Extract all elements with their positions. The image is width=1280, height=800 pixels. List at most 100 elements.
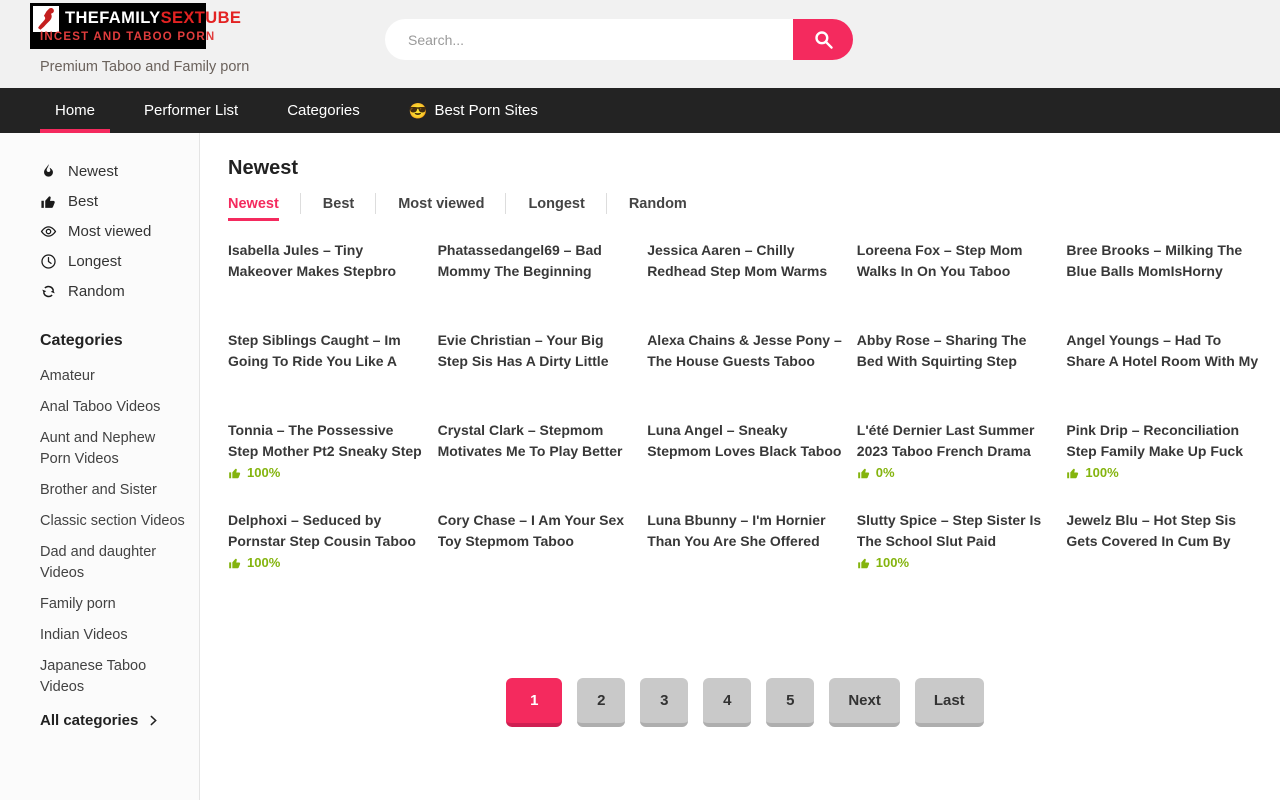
video-card[interactable]: Isabella Jules – Tiny Makeover Makes Ste… [228,240,424,330]
logo-title-part2: SEXTUBE [161,9,242,27]
site-logo[interactable]: THEFAMILYSEXTUBE INCEST AND TABOO PORN [30,3,206,49]
sort-tab[interactable]: Most viewed [398,192,484,221]
video-title[interactable]: Jewelz Blu – Hot Step Sis Gets Covered I… [1066,510,1262,552]
video-card[interactable]: Step Siblings Caught – Im Going To Ride … [228,330,424,420]
chevron-right-icon [147,714,160,727]
sidebar-sort-newest[interactable]: Newest [40,163,185,180]
video-title[interactable]: Slutty Spice – Step Sister Is The School… [857,510,1053,552]
video-card[interactable]: Angel Youngs – Had To Share A Hotel Room… [1066,330,1262,420]
video-title[interactable]: Jessica Aaren – Chilly Redhead Step Mom … [647,240,843,282]
search-button[interactable] [793,19,853,60]
pagination-button[interactable]: 1 [506,678,562,727]
video-card[interactable]: Pink Drip – Reconciliation Step Family M… [1066,420,1262,510]
video-card[interactable]: Luna Bbunny – I'm Hornier Than You Are S… [647,510,843,600]
search-input[interactable] [385,19,793,60]
category-link[interactable]: Indian Videos [40,625,185,646]
video-card[interactable]: Crystal Clark – Stepmom Motivates Me To … [438,420,634,510]
sidebar-sort-random[interactable]: Random [40,283,185,300]
video-title[interactable]: Angel Youngs – Had To Share A Hotel Room… [1066,330,1262,372]
video-card[interactable]: Tonnia – The Possessive Step Mother Pt2 … [228,420,424,510]
category-link[interactable]: Aunt and Nephew Porn Videos [40,428,185,470]
nav-item-best-porn-sites[interactable]: 😎Best Porn Sites [394,88,553,133]
video-title[interactable]: Bree Brooks – Milking The Blue Balls Mom… [1066,240,1262,282]
video-card[interactable]: Loreena Fox – Step Mom Walks In On You T… [857,240,1053,330]
video-title[interactable]: Tonnia – The Possessive Step Mother Pt2 … [228,420,424,462]
sidebar: Newest Best Most viewed Longest Random C… [0,133,200,800]
video-title[interactable]: Step Siblings Caught – Im Going To Ride … [228,330,424,372]
logo-subtitle: INCEST AND TABOO PORN [40,31,215,43]
video-card[interactable]: Abby Rose – Sharing The Bed With Squirti… [857,330,1053,420]
top-header: THEFAMILYSEXTUBE INCEST AND TABOO PORN P… [0,0,1280,88]
sort-tab[interactable]: Newest [228,192,279,221]
sort-tab[interactable]: Best [323,192,354,221]
video-card[interactable]: Jewelz Blu – Hot Step Sis Gets Covered I… [1066,510,1262,600]
video-card[interactable]: L'été Dernier Last Summer 2023 Taboo Fre… [857,420,1053,510]
sidebar-sort-most-viewed[interactable]: Most viewed [40,223,185,240]
category-link[interactable]: Anal Taboo Videos [40,397,185,418]
categories-list: Amateur Anal Taboo Videos Aunt and Nephew … [40,366,185,698]
category-link[interactable]: Dad and daughter Videos [40,542,185,584]
video-rating: 100% [228,465,424,480]
rating-percent: 0% [876,465,895,480]
categories-heading: Categories [40,332,185,350]
category-link[interactable]: Brother and Sister [40,480,185,501]
all-categories-label: All categories [40,712,138,729]
pagination-button[interactable]: 5 [766,678,814,727]
video-card[interactable]: Cory Chase – I Am Your Sex Toy Stepmom T… [438,510,634,600]
video-title[interactable]: Isabella Jules – Tiny Makeover Makes Ste… [228,240,424,282]
sidebar-sort-longest[interactable]: Longest [40,253,185,270]
video-title[interactable]: Luna Angel – Sneaky Stepmom Loves Black … [647,420,843,462]
thumb-up-icon [228,466,242,480]
pagination-button[interactable]: Last [915,678,984,727]
category-link[interactable]: Japanese Taboo Videos [40,656,185,698]
pagination-button[interactable]: 2 [577,678,625,727]
video-title[interactable]: Crystal Clark – Stepmom Motivates Me To … [438,420,634,462]
nav-item-performer-list[interactable]: Performer List [129,88,253,133]
site-tagline: Premium Taboo and Family porn [40,59,249,75]
pagination-button[interactable]: 3 [640,678,688,727]
video-title[interactable]: Abby Rose – Sharing The Bed With Squirti… [857,330,1053,372]
nav-label: Performer List [144,102,238,119]
pagination-button[interactable]: 4 [703,678,751,727]
eye-icon [40,223,57,240]
thumb-up-icon [857,466,871,480]
category-link[interactable]: Family porn [40,594,185,615]
search-bar [385,19,853,60]
sort-label: Newest [68,163,118,180]
video-card[interactable]: Phatassedangel69 – Bad Mommy The Beginni… [438,240,634,330]
video-rating: 0% [857,465,1053,480]
video-card[interactable]: Delphoxi – Seduced by Pornstar Step Cous… [228,510,424,600]
refresh-icon [40,283,57,300]
logo-title-part1: THEFAMILY [65,9,161,27]
video-title[interactable]: Evie Christian – Your Big Step Sis Has A… [438,330,634,372]
video-card[interactable]: Jessica Aaren – Chilly Redhead Step Mom … [647,240,843,330]
video-title[interactable]: L'été Dernier Last Summer 2023 Taboo Fre… [857,420,1053,462]
video-card[interactable]: Luna Angel – Sneaky Stepmom Loves Black … [647,420,843,510]
video-title[interactable]: Delphoxi – Seduced by Pornstar Step Cous… [228,510,424,552]
logo-title: THEFAMILYSEXTUBE [65,9,241,28]
pagination-button[interactable]: Next [829,678,900,727]
rating-percent: 100% [1085,465,1118,480]
sort-tab[interactable]: Longest [528,192,584,221]
sunglasses-face-emoji-icon: 😎 [409,102,428,120]
thumb-up-icon [228,556,242,570]
video-title[interactable]: Phatassedangel69 – Bad Mommy The Beginni… [438,240,634,282]
category-link[interactable]: Amateur [40,366,185,387]
video-title[interactable]: Loreena Fox – Step Mom Walks In On You T… [857,240,1053,282]
video-title[interactable]: Luna Bbunny – I'm Hornier Than You Are S… [647,510,843,552]
all-categories-link[interactable]: All categories [40,712,185,729]
nav-item-categories[interactable]: Categories [272,88,375,133]
video-card[interactable]: Alexa Chains & Jesse Pony – The House Gu… [647,330,843,420]
nav-item-home[interactable]: Home [40,88,110,133]
video-card[interactable]: Bree Brooks – Milking The Blue Balls Mom… [1066,240,1262,330]
video-title[interactable]: Alexa Chains & Jesse Pony – The House Gu… [647,330,843,372]
sort-tab[interactable]: Random [629,192,687,221]
video-title[interactable]: Cory Chase – I Am Your Sex Toy Stepmom T… [438,510,634,552]
video-card[interactable]: Slutty Spice – Step Sister Is The School… [857,510,1053,600]
sidebar-sort-best[interactable]: Best [40,193,185,210]
category-link[interactable]: Classic section Videos [40,511,185,532]
page-title: Newest [228,157,1262,180]
video-card[interactable]: Evie Christian – Your Big Step Sis Has A… [438,330,634,420]
video-title[interactable]: Pink Drip – Reconciliation Step Family M… [1066,420,1262,462]
thumb-up-icon [40,193,57,210]
